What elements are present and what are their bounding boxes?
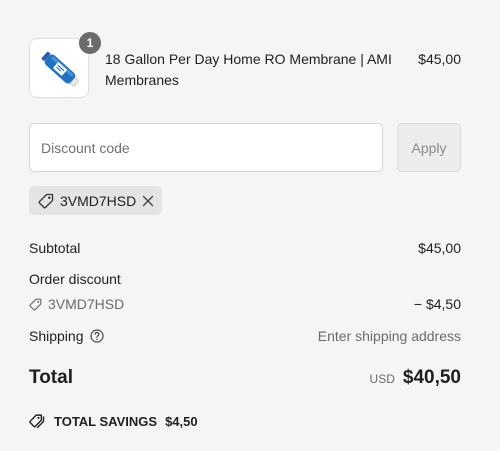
total-savings-value: $4,50: [165, 414, 198, 429]
tags-icon: [29, 414, 46, 429]
applied-code-label: 3VMD7HSD: [60, 192, 137, 209]
total-value: $40,50: [402, 367, 461, 388]
help-icon[interactable]: [89, 329, 104, 343]
currency-code: USD: [369, 372, 395, 386]
product-thumbnail: 1: [29, 31, 102, 98]
total-row: Total USD $40,50: [29, 367, 461, 389]
discount-code-row: 3VMD7HSD − $4,50: [29, 295, 461, 313]
ro-membrane-image: [41, 51, 79, 87]
applied-discount-tag: 3VMD7HSD: [29, 186, 162, 215]
shipping-label: Shipping: [29, 328, 84, 344]
total-savings-label: TOTAL SAVINGS: [54, 414, 158, 429]
order-discount-row: Order discount: [29, 270, 461, 288]
discount-value: − $4,50: [413, 296, 461, 312]
subtotal-row: Subtotal $45,00: [29, 239, 461, 257]
product-title: 18 Gallon Per Day Home RO Membrane | AMI…: [105, 51, 392, 88]
subtotal-label: Subtotal: [29, 240, 81, 256]
order-discount-label: Order discount: [29, 271, 121, 287]
discount-code-input[interactable]: [29, 123, 383, 172]
subtotal-value: $45,00: [418, 240, 461, 256]
product-price: $45,00: [418, 51, 461, 67]
shipping-value: Enter shipping address: [317, 328, 461, 344]
total-savings: TOTAL SAVINGS $4,50: [29, 414, 198, 429]
tag-icon: [29, 298, 42, 311]
total-label: Total: [29, 367, 73, 388]
quantity-badge: 1: [78, 31, 102, 55]
close-icon[interactable]: [142, 195, 154, 207]
tag-icon: [38, 193, 54, 209]
shipping-row: Shipping Enter shipping address: [29, 327, 461, 345]
line-item: 1 18 Gallon Per Day Home RO Membrane | A…: [29, 31, 461, 100]
apply-button[interactable]: Apply: [397, 123, 461, 172]
discount-code-name: 3VMD7HSD: [48, 296, 125, 312]
